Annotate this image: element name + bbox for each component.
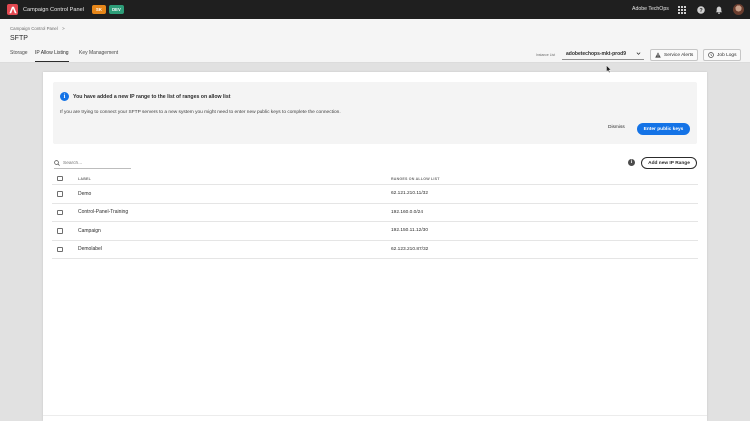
enter-public-keys-button[interactable]: Enter public keys: [637, 123, 690, 135]
table-row[interactable]: Demolabel 62.123.210.87/32: [52, 241, 698, 259]
dev-tag: DEV: [108, 5, 124, 14]
row-checkbox[interactable]: [57, 209, 63, 215]
adobe-logo-icon[interactable]: [7, 4, 18, 15]
row-label: Demolabel: [78, 246, 102, 253]
instance-list-label: Instance List: [536, 53, 556, 57]
mouse-cursor-icon: [606, 65, 612, 73]
row-label: Campaign: [78, 227, 101, 234]
row-checkbox[interactable]: [57, 228, 63, 234]
row-label: Control-Panel-Training: [78, 209, 129, 216]
table-header-row: LABEL RANGES ON ALLOW LIST: [52, 173, 698, 185]
main-card: i You have added a new IP range to the l…: [43, 72, 707, 421]
info-banner: i You have added a new IP range to the l…: [53, 82, 697, 144]
breadcrumb: Campaign Control Panel >: [10, 26, 65, 31]
help-icon[interactable]: ?: [696, 5, 705, 14]
top-bar: Campaign Control Panel SK DEV Adobe Tech…: [0, 0, 750, 19]
apps-grid-icon[interactable]: [677, 5, 686, 14]
row-range: 192.150.11.12/30: [391, 228, 428, 234]
row-checkbox[interactable]: [57, 246, 63, 252]
row-label: Demo: [78, 190, 92, 197]
breadcrumb-separator: >: [62, 26, 65, 31]
job-logs-label: Job Logs: [717, 52, 737, 58]
sk-tag: SK: [91, 5, 106, 14]
job-logs-button[interactable]: Job Logs: [703, 49, 742, 61]
info-help-icon[interactable]: i: [628, 159, 635, 166]
tab-key-management[interactable]: Key Management: [79, 50, 118, 62]
instance-value: adobetechops-mkt-prod9: [566, 50, 627, 57]
service-alerts-label: Service Alerts: [664, 52, 694, 58]
card-divider: [43, 415, 707, 416]
table-row[interactable]: Demo 62.121.210.11/32: [52, 185, 698, 204]
ip-range-table: LABEL RANGES ON ALLOW LIST Demo 62.121.2…: [52, 173, 698, 259]
select-all-checkbox[interactable]: [57, 175, 63, 182]
dismiss-button[interactable]: Dismiss: [608, 125, 625, 130]
page-header: Campaign Control Panel > SFTP Storage IP…: [0, 19, 750, 63]
breadcrumb-link[interactable]: Campaign Control Panel: [10, 26, 58, 31]
org-name[interactable]: Adobe TechOps: [632, 6, 669, 12]
banner-title: You have added a new IP range to the lis…: [73, 94, 231, 100]
service-alerts-button[interactable]: Service Alerts: [650, 49, 699, 61]
add-ip-range-button[interactable]: Add new IP Range: [641, 157, 697, 169]
alert-icon: [655, 52, 661, 58]
page-title: SFTP: [10, 35, 28, 42]
app-title[interactable]: Campaign Control Panel: [23, 7, 84, 13]
table-row[interactable]: Control-Panel-Training 192.160.0.0/24: [52, 204, 698, 222]
clock-icon: [708, 52, 714, 58]
row-range: 62.123.210.87/32: [391, 246, 429, 252]
row-checkbox[interactable]: [57, 191, 63, 197]
row-range: 62.121.210.11/32: [391, 191, 428, 197]
info-icon: i: [60, 92, 69, 101]
banner-text: If you are trying to connect your SFTP s…: [60, 110, 341, 115]
bell-icon[interactable]: [714, 5, 723, 14]
instance-select[interactable]: adobetechops-mkt-prod9: [562, 48, 644, 60]
search-icon: [54, 160, 60, 166]
search-bar: [54, 158, 131, 169]
row-range: 192.160.0.0/24: [391, 209, 424, 215]
search-input[interactable]: [63, 160, 123, 166]
column-header-range[interactable]: RANGES ON ALLOW LIST: [391, 177, 440, 181]
tab-ip-allow-listing[interactable]: IP Allow Listing: [35, 50, 69, 62]
column-header-label[interactable]: LABEL: [78, 177, 91, 181]
chevron-down-icon: [636, 52, 641, 55]
user-avatar[interactable]: [733, 4, 744, 15]
tab-storage[interactable]: Storage: [10, 50, 28, 62]
table-row[interactable]: Campaign 192.150.11.12/30: [52, 222, 698, 241]
